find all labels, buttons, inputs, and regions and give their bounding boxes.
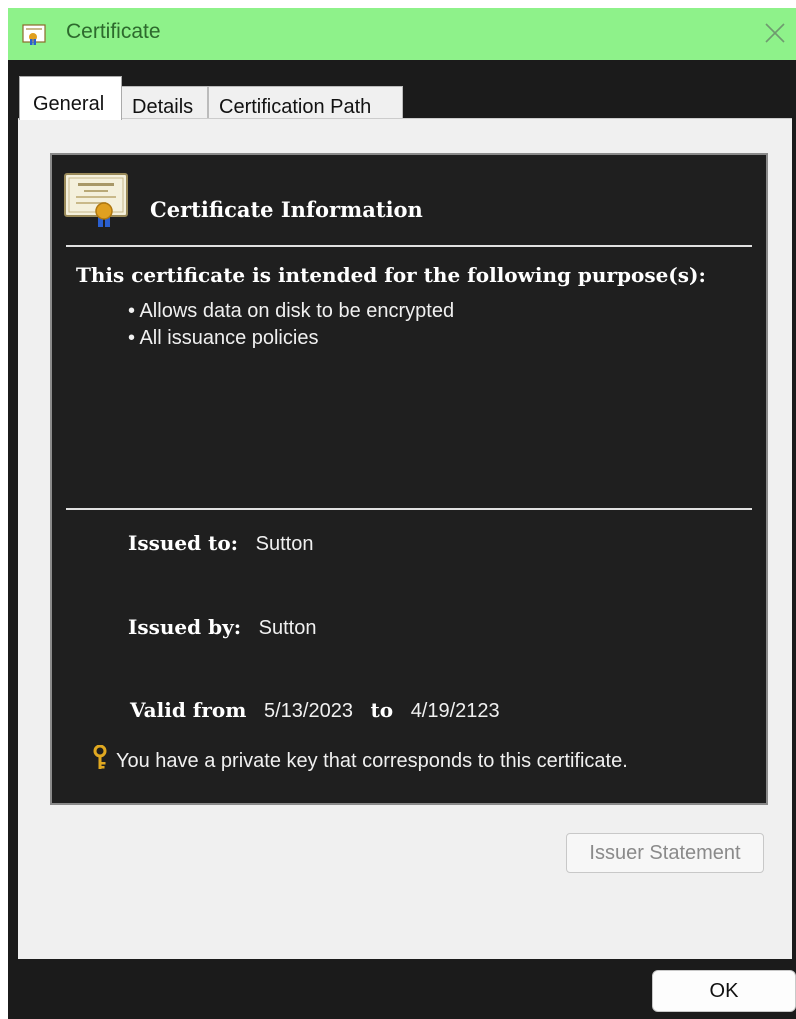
certificate-icon	[22, 24, 46, 45]
valid-to-value: 4/19/2123	[410, 700, 500, 722]
close-icon	[765, 23, 785, 43]
tab-certification-path[interactable]: Certification Path	[208, 86, 403, 120]
issued-to-label: Issued to:	[128, 531, 239, 555]
purpose-item: All issuance policies	[128, 325, 454, 352]
issued-by-row: Issued by: Sutton	[128, 615, 316, 640]
certificate-icon	[64, 173, 128, 227]
issuer-statement-button[interactable]: Issuer Statement	[566, 833, 764, 873]
certificate-dialog: Certificate General Details Certificatio…	[8, 8, 796, 1019]
valid-from-value: 5/13/2023	[264, 700, 353, 722]
dialog-body: General Details Certification Path Certi…	[18, 68, 792, 959]
divider	[66, 508, 752, 510]
certificate-info-panel: Certificate Information This certificate…	[50, 153, 768, 805]
issued-by-label: Issued by:	[128, 615, 242, 639]
purpose-heading: This certificate is intended for the fol…	[76, 263, 706, 287]
window-title: Certificate	[66, 20, 161, 43]
title-bar[interactable]: Certificate	[8, 8, 796, 60]
purpose-item: Allows data on disk to be encrypted	[128, 298, 454, 325]
ok-button[interactable]: OK	[652, 970, 796, 1012]
issued-to-row: Issued to: Sutton	[128, 531, 313, 556]
key-icon	[93, 744, 107, 769]
tab-general[interactable]: General	[19, 76, 122, 120]
issued-by-value: Sutton	[258, 617, 317, 639]
private-key-note: You have a private key that corresponds …	[92, 744, 628, 773]
tab-strip: General Details Certification Path	[18, 68, 792, 120]
divider	[66, 245, 752, 247]
validity-row: Valid from 5/13/2023 to 4/19/2123	[130, 698, 500, 723]
private-key-text: You have a private key that corresponds …	[116, 750, 628, 772]
valid-from-label: Valid from	[130, 698, 247, 722]
valid-to-label: to	[370, 698, 394, 722]
issued-to-value: Sutton	[255, 533, 314, 555]
general-tab-page: Certificate Information This certificate…	[18, 118, 792, 959]
close-button[interactable]	[746, 8, 796, 60]
purpose-list: Allows data on disk to be encrypted All …	[128, 298, 454, 352]
info-heading: Certificate Information	[150, 197, 423, 222]
tab-details[interactable]: Details	[121, 86, 208, 120]
